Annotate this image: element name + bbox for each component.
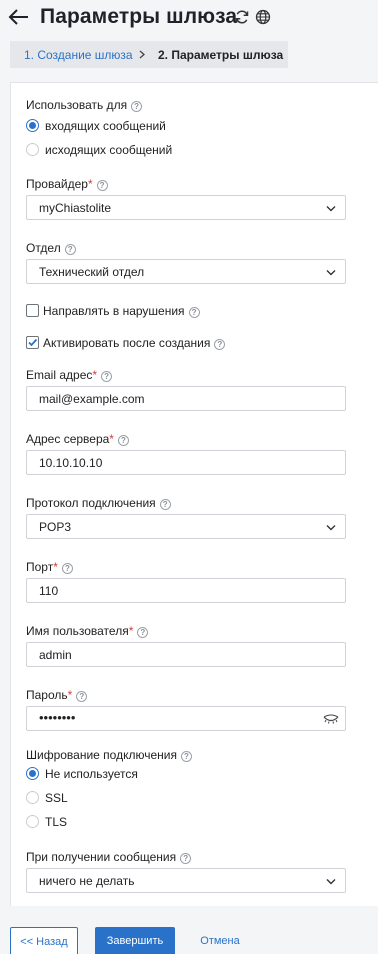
breadcrumb: 1. Создание шлюза 2. Параметры шлюза (10, 41, 288, 68)
provider-label: Провайдер*? (26, 177, 108, 191)
chevron-down-icon (326, 206, 336, 212)
port-field[interactable]: 110 (26, 578, 346, 603)
on-receive-label: При получении сообщения? (26, 850, 192, 864)
username-field[interactable]: admin (26, 642, 346, 667)
finish-button[interactable]: Завершить (95, 927, 175, 954)
eye-closed-icon[interactable] (323, 714, 339, 724)
chevron-down-icon (326, 879, 336, 885)
port-label: Порт*? (26, 560, 73, 574)
provider-select[interactable]: myChiastolite (26, 195, 346, 220)
globe-icon[interactable] (255, 9, 271, 25)
help-icon[interactable]: ? (101, 371, 113, 382)
help-icon[interactable]: ? (131, 101, 143, 112)
department-select[interactable]: Технический отдел (26, 259, 346, 284)
radio-button-selected[interactable] (26, 767, 39, 780)
help-icon[interactable]: ? (76, 691, 88, 702)
help-icon[interactable]: ? (64, 244, 76, 255)
help-icon[interactable]: ? (188, 307, 200, 318)
help-icon[interactable]: ? (96, 180, 108, 191)
department-label: Отдел? (26, 241, 76, 255)
on-receive-select[interactable]: ничего не делать (26, 868, 346, 893)
password-label: Пароль*? (26, 688, 88, 702)
page-title: Параметры шлюза (40, 5, 238, 28)
username-label: Имя пользователя*? (26, 624, 149, 638)
help-icon[interactable]: ? (159, 499, 171, 510)
checkmark-icon (28, 338, 38, 347)
chevron-down-icon (326, 525, 336, 531)
protocol-label: Протокол подключения? (26, 496, 171, 510)
chevron-right-icon (139, 50, 145, 59)
breadcrumb-step-params: 2. Параметры шлюза (158, 48, 284, 62)
server-field[interactable]: 10.10.10.10 (26, 450, 346, 475)
server-label: Адрес сервера*? (26, 432, 129, 446)
back-button[interactable]: << Назад (10, 927, 78, 954)
help-icon[interactable]: ? (180, 751, 192, 762)
use-for-label: Использовать для? (26, 98, 143, 112)
radio-button[interactable] (26, 791, 39, 804)
email-label: Email адрес*? (26, 368, 113, 382)
radio-button[interactable] (26, 815, 39, 828)
help-icon[interactable]: ? (61, 563, 73, 574)
email-field[interactable]: mail@example.com (26, 386, 346, 411)
checkbox-checked[interactable] (26, 336, 39, 349)
page-header: Параметры шлюза (0, 0, 378, 40)
help-icon[interactable]: ? (137, 627, 149, 638)
password-field[interactable]: •••••••• (26, 706, 346, 731)
help-icon[interactable]: ? (180, 853, 192, 864)
radio-button[interactable] (26, 143, 39, 156)
cancel-button[interactable]: Отмена (190, 927, 250, 954)
radio-button-selected[interactable] (26, 119, 39, 132)
help-icon[interactable]: ? (214, 339, 226, 350)
encryption-label: Шифрование подключения? (26, 748, 192, 762)
chevron-down-icon (326, 270, 336, 276)
breadcrumb-step-create[interactable]: 1. Создание шлюза (24, 48, 133, 62)
footer-actions: << Назад Завершить Отмена (0, 927, 378, 954)
arrow-left-icon[interactable] (8, 6, 30, 28)
checkbox-unchecked[interactable] (26, 304, 39, 317)
protocol-select[interactable]: POP3 (26, 514, 346, 539)
help-icon[interactable]: ? (117, 435, 129, 446)
refresh-icon[interactable] (234, 9, 250, 25)
